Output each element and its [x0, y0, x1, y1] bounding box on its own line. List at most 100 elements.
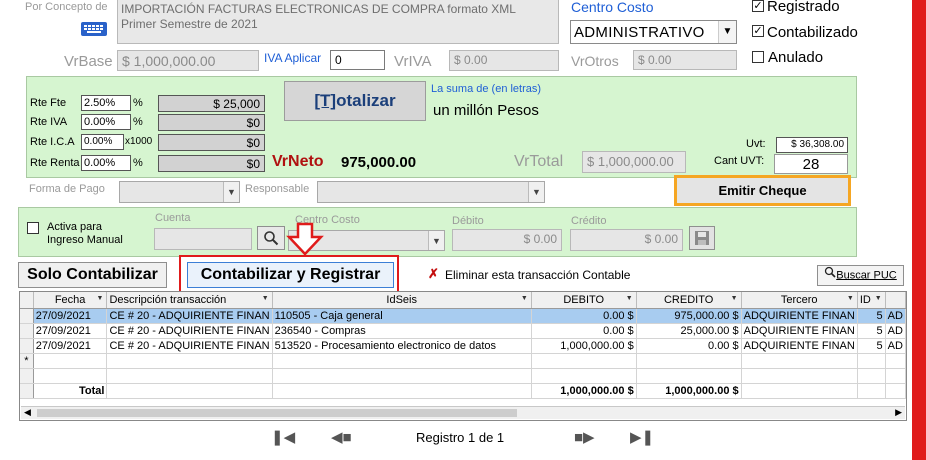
sort-icon[interactable]: ▼	[626, 295, 633, 302]
cell-credito[interactable]: 0.00 $	[636, 338, 742, 354]
ingreso-manual-label-1: Activa para	[47, 221, 103, 233]
debito-input[interactable]: $ 0.00	[452, 229, 562, 251]
cell-extra[interactable]: AD	[885, 308, 906, 324]
cell-descripcion[interactable]: CE # 20 - ADQUIRIENTE FINAN	[106, 323, 273, 339]
cell-debito[interactable]: 1,000,000.00 $	[531, 338, 637, 354]
new-row[interactable]: *	[20, 353, 906, 369]
sort-icon[interactable]: ▼	[262, 295, 269, 302]
scroll-left-icon[interactable]: ◀	[24, 407, 31, 418]
rte-fte-pct[interactable]: 2.50%	[81, 95, 131, 111]
contabilizado-checkbox[interactable]: ✓	[752, 25, 764, 37]
registrado-checkbox[interactable]: ✓	[752, 0, 764, 12]
cell-tercero[interactable]: ADQUIRIENTE FINAN	[741, 338, 858, 354]
next-record-icon[interactable]: ■▶	[574, 428, 595, 446]
transactions-grid[interactable]: Fecha ▼ Descripción transacción ▼ IdSeis ▼ …	[19, 291, 907, 421]
row-selector[interactable]	[20, 323, 34, 339]
cell-id[interactable]: 5	[857, 338, 886, 354]
save-icon[interactable]	[689, 226, 715, 250]
totalizar-button[interactable]: [T]otalizar	[284, 81, 426, 121]
cell-descripcion[interactable]: CE # 20 - ADQUIRIENTE FINAN	[106, 308, 273, 324]
cell-id[interactable]: 5	[857, 323, 886, 339]
vrbase-field[interactable]: $ 1,000,000.00	[117, 50, 259, 71]
rte-ica-pct[interactable]: 0.00%	[81, 134, 124, 150]
scroll-thumb[interactable]	[37, 409, 517, 417]
empty-cell[interactable]	[272, 353, 532, 369]
chevron-down-icon[interactable]: ▼	[428, 231, 444, 250]
horizontal-scrollbar[interactable]: ◀ ▶	[21, 406, 905, 419]
cell-extra[interactable]: AD	[885, 323, 906, 339]
centro-costo-value: ADMINISTRATIVO	[574, 24, 705, 41]
empty-cell	[636, 368, 742, 384]
cell-fecha[interactable]: 27/09/2021	[33, 308, 108, 324]
emitir-cheque-button[interactable]: Emitir Cheque	[674, 175, 851, 206]
anulado-checkbox[interactable]	[752, 51, 764, 63]
cell-fecha[interactable]: 27/09/2021	[33, 323, 108, 339]
first-record-icon[interactable]: ❚◀	[271, 428, 295, 446]
chevron-down-icon[interactable]: ▼	[528, 182, 544, 202]
vrotros-field[interactable]: $ 0.00	[633, 50, 737, 70]
rte-renta-pct[interactable]: 0.00%	[81, 155, 131, 171]
concepto-textarea[interactable]: IMPORTACIÓN FACTURAS ELECTRONICAS DE COM…	[117, 0, 559, 44]
col-credito[interactable]: CREDITO ▼	[636, 292, 742, 309]
table-row[interactable]: 27/09/2021 CE # 20 - ADQUIRIENTE FINAN 5…	[20, 338, 906, 354]
empty-cell[interactable]	[636, 353, 742, 369]
scroll-right-icon[interactable]: ▶	[895, 407, 902, 418]
forma-pago-select[interactable]: ▼	[119, 181, 240, 203]
sort-icon[interactable]: ▼	[847, 295, 854, 302]
buscar-puc-button[interactable]: Buscar PUC	[817, 265, 904, 286]
sort-icon[interactable]: ▼	[731, 295, 738, 302]
table-row[interactable]: 27/09/2021 CE # 20 - ADQUIRIENTE FINAN 2…	[20, 323, 906, 339]
cell-tercero[interactable]: ADQUIRIENTE FINAN	[741, 308, 858, 324]
cuenta-input[interactable]	[154, 228, 252, 250]
cell-idseis[interactable]: 236540 - Compras	[272, 323, 532, 339]
empty-cell[interactable]	[857, 353, 886, 369]
row-selector[interactable]	[20, 308, 34, 324]
sort-icon[interactable]: ▼	[875, 295, 882, 302]
col-fecha[interactable]: Fecha ▼	[33, 292, 108, 309]
vriva-field[interactable]: $ 0.00	[449, 50, 559, 71]
empty-cell[interactable]	[741, 353, 858, 369]
col-tercero[interactable]: Tercero ▼	[741, 292, 858, 309]
cell-descripcion[interactable]: CE # 20 - ADQUIRIENTE FINAN	[106, 338, 273, 354]
suma-letras-value: un millón Pesos	[433, 102, 539, 119]
cell-tercero[interactable]: ADQUIRIENTE FINAN	[741, 323, 858, 339]
cell-debito[interactable]: 0.00 $	[531, 323, 637, 339]
cell-id[interactable]: 5	[857, 308, 886, 324]
empty-cell[interactable]	[885, 353, 906, 369]
cell-credito[interactable]: 25,000.00 $	[636, 323, 742, 339]
rte-iva-pct[interactable]: 0.00%	[81, 114, 131, 130]
cell-debito[interactable]: 0.00 $	[531, 308, 637, 324]
empty-cell[interactable]	[531, 353, 637, 369]
chevron-down-icon[interactable]: ▼	[223, 182, 239, 202]
table-row[interactable]: 27/09/2021 CE # 20 - ADQUIRIENTE FINAN 1…	[20, 308, 906, 324]
col-debito[interactable]: DEBITO ▼	[531, 292, 637, 309]
cell-idseis[interactable]: 110505 - Caja general	[272, 308, 532, 324]
chevron-down-icon[interactable]: ▼	[718, 21, 736, 43]
vrtotal-field[interactable]: $ 1,000,000.00	[582, 151, 686, 173]
sort-icon[interactable]: ▼	[97, 295, 104, 302]
col-descripcion[interactable]: Descripción transacción ▼	[106, 292, 273, 309]
cell-extra[interactable]: AD	[885, 338, 906, 354]
col-id[interactable]: ID ▼	[857, 292, 886, 309]
centro-costo-select[interactable]: ADMINISTRATIVO ▼	[570, 20, 737, 44]
solo-contabilizar-button[interactable]: Solo Contabilizar	[18, 262, 167, 288]
keyboard-icon[interactable]	[80, 18, 108, 38]
cell-idseis[interactable]: 513520 - Procesamiento electronico de da…	[272, 338, 532, 354]
delete-icon[interactable]: ✗	[428, 266, 439, 282]
sort-icon[interactable]: ▼	[521, 295, 528, 302]
cell-fecha[interactable]: 27/09/2021	[33, 338, 108, 354]
empty-cell[interactable]	[106, 353, 273, 369]
credito-input[interactable]: $ 0.00	[570, 229, 683, 251]
col-idseis[interactable]: IdSeis ▼	[272, 292, 532, 309]
previous-record-icon[interactable]: ◀■	[331, 428, 352, 446]
cell-credito[interactable]: 975,000.00 $	[636, 308, 742, 324]
row-selector[interactable]	[20, 338, 34, 354]
responsable-select[interactable]: ▼	[317, 181, 545, 203]
contabilizar-registrar-button[interactable]: Contabilizar y Registrar	[187, 262, 394, 288]
empty-cell[interactable]	[33, 353, 108, 369]
iva-aplicar-input[interactable]: 0	[330, 50, 385, 70]
last-record-icon[interactable]: ▶❚	[630, 428, 654, 446]
ingreso-manual-checkbox[interactable]	[27, 222, 39, 234]
search-icon[interactable]	[257, 226, 285, 250]
eliminar-link[interactable]: Eliminar esta transacción Contable	[445, 268, 630, 282]
